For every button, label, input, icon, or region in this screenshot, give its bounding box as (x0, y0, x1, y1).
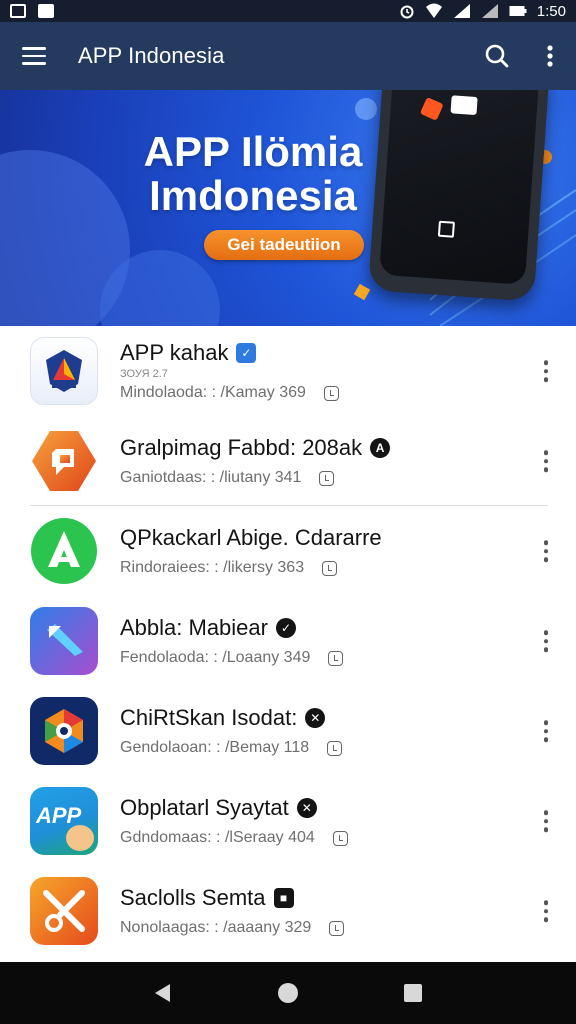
app-name: QPkackarl Abige. Cdararre (120, 525, 382, 550)
app-meta: Gdndomaas: : /lSeraay 404 (120, 829, 315, 846)
app-bar: APP Indonesia (0, 22, 576, 90)
back-icon[interactable] (143, 973, 183, 1013)
app-name: Obplatarl Syaytat (120, 795, 289, 820)
status-bar: 1:50 (0, 0, 576, 22)
app-meta: Ganiotdaas: : /liutany 341 (120, 469, 302, 486)
image-notification-icon (10, 4, 26, 18)
item-more-icon[interactable] (542, 450, 550, 472)
banner-title-line2: Imdonesia (149, 172, 357, 219)
status-time: 1:50 (536, 2, 566, 20)
wifi-icon (425, 3, 442, 18)
app-badge-icon: ✕ (296, 798, 317, 818)
app-badge-icon: ✓ (275, 618, 296, 638)
app-badge-icon: A (370, 438, 391, 458)
app-name: Saclolls Semta (120, 885, 266, 910)
mascot-icon (66, 825, 94, 851)
navigation-bar (0, 962, 576, 1024)
list-item[interactable]: Gralpimag Fabbd: 208ak A Ganiotdaas: : /l… (0, 416, 576, 506)
app-meta: Rindoraiees: : /likersy 363 (120, 559, 305, 576)
app-version: ЗОУЯ 2.7 (120, 368, 168, 380)
list-item[interactable]: ChiRtSkan Isodat: ✕ Gendolaoan: : /Bemay … (0, 686, 576, 776)
app-name: Abbla: Mabiear (120, 615, 268, 640)
more-vert-icon[interactable] (546, 44, 554, 68)
screen: 1:50 APP Indonesia APP Ilömia Imdonesia … (0, 0, 576, 1024)
promo-banner[interactable]: APP Ilömia Imdonesia Gei tadeutiion (0, 90, 576, 326)
banner-cta-button[interactable]: Gei tadeutiion (204, 230, 364, 260)
item-more-icon[interactable] (542, 360, 550, 382)
app-notification-icon (38, 4, 54, 18)
signal-icon (453, 4, 470, 18)
phone-illustration (367, 90, 551, 302)
item-more-icon[interactable] (542, 810, 550, 832)
app-meta: Mindolaoda: : /Kamay 369 (120, 384, 306, 401)
search-icon[interactable] (484, 43, 510, 69)
green-a-app-icon (30, 517, 98, 585)
clock-icon (329, 920, 345, 936)
app-name: Gralpimag Fabbd: 208ak (120, 435, 363, 460)
windows-icon (437, 220, 455, 238)
app-meta: Nonolaagas: : /aaaany 329 (120, 919, 312, 936)
signal-icon-2 (481, 4, 498, 18)
clock-icon (327, 740, 343, 756)
clock-icon (328, 650, 344, 666)
clock-icon (323, 385, 339, 401)
list-item[interactable]: Saclolls Semta ■ Nonolaagas: : /aaaany 32… (0, 866, 576, 956)
list-item[interactable]: QPkackarl Abige. Cdararre Rindoraiees: :… (0, 506, 576, 596)
item-more-icon[interactable] (542, 720, 550, 742)
app-title: APP Indonesia (78, 43, 225, 68)
list-item[interactable]: Abbla: Mabiear ✓ Fendolaoda: : /Loaany 34… (0, 596, 576, 686)
battery-icon (509, 6, 527, 16)
recents-icon[interactable] (393, 973, 433, 1013)
verified-badge-icon: ✓ (236, 343, 257, 363)
banner-app-tile (419, 97, 444, 121)
banner-title-line1: APP Ilömia (143, 128, 363, 175)
item-more-icon[interactable] (542, 900, 550, 922)
shield-app-icon (30, 337, 98, 405)
app-badge-icon: ■ (273, 888, 294, 908)
camera-app-icon (30, 697, 98, 765)
app-text-app-icon: APP (30, 787, 98, 855)
app-name: APP kahak (120, 340, 229, 365)
list-item[interactable]: APP Obplatarl Syaytat ✕ Gdndomaas: : /lSe… (0, 776, 576, 866)
list-item[interactable]: APP kahak ✓ ЗОУЯ 2.7 Mindolaoda: : /Kamay… (0, 326, 576, 416)
clock-icon (322, 560, 338, 576)
menu-icon[interactable] (22, 47, 46, 65)
app-badge-icon: ✕ (305, 708, 326, 728)
home-icon[interactable] (268, 973, 308, 1013)
banner-app-tile-2 (450, 95, 478, 116)
alarm-icon (400, 5, 414, 19)
orange-hex-app-icon (30, 427, 98, 495)
item-more-icon[interactable] (542, 630, 550, 652)
orange-scissors-app-icon (30, 877, 98, 945)
app-meta: Fendolaoda: : /Loaany 349 (120, 649, 311, 666)
purple-arrow-app-icon (30, 607, 98, 675)
app-name: ChiRtSkan Isodat: (120, 705, 298, 730)
banner-title: APP Ilömia Imdonesia (118, 130, 388, 218)
clock-icon (332, 830, 348, 846)
banner-bubble (355, 98, 377, 120)
app-list: APP kahak ✓ ЗОУЯ 2.7 Mindolaoda: : /Kamay… (0, 326, 576, 956)
calendar-icon (319, 470, 335, 486)
item-more-icon[interactable] (542, 540, 550, 562)
app-meta: Gendolaoan: : /Bemay 118 (120, 739, 310, 756)
banner-confetti (353, 283, 371, 301)
